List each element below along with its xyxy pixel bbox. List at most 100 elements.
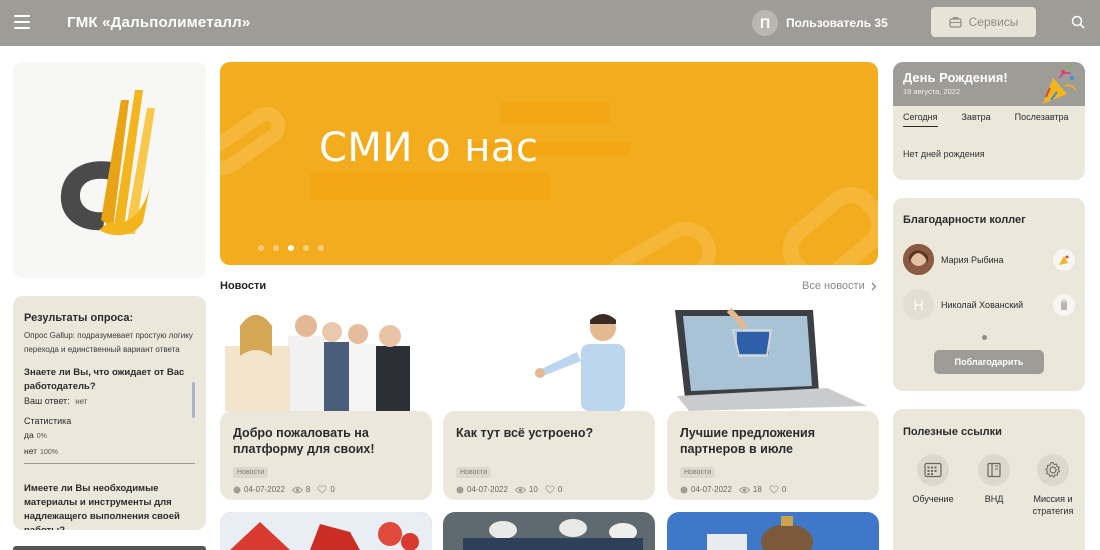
banner-decor [220, 99, 293, 183]
carousel-dot[interactable] [303, 245, 309, 251]
next-card-edge [13, 546, 206, 550]
banner-decor [500, 102, 610, 124]
birthday-card: День Рождения! 19 августа, 2022 Сегодня … [893, 62, 1085, 180]
party-popper-icon [1043, 66, 1076, 104]
news-photo-flags[interactable] [220, 512, 432, 550]
thanks-carousel-dot[interactable] [982, 335, 987, 340]
menu-icon[interactable] [14, 15, 30, 29]
your-answer: Ваш ответ: нет [24, 394, 195, 409]
link-vnd[interactable]: ВНД [964, 454, 1024, 505]
chevron-right-icon [871, 282, 877, 290]
heart-icon[interactable] [769, 485, 779, 494]
link-label: Миссия и стратегия [1032, 494, 1074, 516]
avatar [903, 244, 934, 275]
thanks-person-name: Николай Хованский [941, 299, 1024, 310]
media-banner[interactable]: СМИ о нас [220, 62, 878, 265]
useful-links-title: Полезные ссылки [903, 426, 1002, 438]
survey-question: Знаете ли Вы, что ожидает от Вас работод… [24, 367, 185, 392]
statistics-label: Статистика [24, 416, 72, 426]
user-menu[interactable]: П Пользователь 35 [752, 10, 888, 36]
news-title[interactable]: Лучшие предложения партнеров в июле [680, 425, 866, 461]
user-avatar: П [752, 10, 778, 36]
news-photo-worker[interactable] [667, 512, 879, 550]
news-date: 04-07-2022 [467, 485, 508, 494]
company-logo-card [13, 62, 206, 278]
carousel-dot[interactable] [318, 245, 324, 251]
news-heading: Новости [220, 280, 267, 292]
banner-title: СМИ о нас [319, 125, 539, 171]
thanks-row[interactable]: Н Николай Хованский [903, 289, 1075, 320]
banner-decor [310, 172, 550, 200]
tab-today[interactable]: Сегодня [903, 112, 938, 127]
news-tag[interactable]: Новости [680, 467, 716, 478]
news-likes: 0 [781, 485, 787, 494]
news-title[interactable]: Добро пожаловать на платформу для своих! [233, 425, 419, 461]
services-label: Сервисы [968, 15, 1019, 29]
stat-row-no: нет 100% [24, 446, 58, 456]
colleague-thanks-card: Благодарности коллег Мария Рыбина Н Нико… [893, 198, 1085, 391]
news-card[interactable]: Как тут всё устроено? Новости 04-07-2022… [443, 306, 655, 500]
link-mission[interactable]: Миссия и стратегия [1023, 454, 1083, 517]
all-news-link[interactable]: Все новости [802, 280, 877, 292]
thanks-person-name: Мария Рыбина [941, 254, 1004, 265]
carousel-dot-active[interactable] [288, 245, 294, 251]
avatar: Н [903, 289, 934, 320]
services-button[interactable]: Сервисы [931, 7, 1036, 37]
eye-icon [291, 486, 303, 493]
news-title[interactable]: Как тут всё устроено? [456, 425, 642, 461]
news-photo-presenter [443, 306, 655, 411]
news-date: 04-07-2022 [244, 485, 285, 494]
news-card-body: Лучшие предложения партнеров в июле Ново… [667, 411, 879, 500]
news-tag[interactable]: Новости [233, 467, 269, 478]
your-answer-value: нет [75, 397, 88, 406]
eye-icon [514, 486, 526, 493]
link-label: Обучение [912, 494, 954, 504]
eye-icon [738, 486, 750, 493]
link-training[interactable]: Обучение [903, 454, 963, 505]
tab-tomorrow[interactable]: Завтра [962, 112, 991, 127]
news-date: 04-07-2022 [691, 485, 732, 494]
news-photo-miners[interactable] [443, 512, 655, 550]
news-meta: 04-07-2022 8 0 [233, 485, 419, 494]
survey-results-card: Результаты опроса: Опрос Gallup: подразу… [13, 296, 206, 530]
survey-scrollbar[interactable] [192, 382, 195, 418]
news-card[interactable]: Лучшие предложения партнеров в июле Ново… [667, 306, 879, 500]
survey-question-2: Имеете ли Вы необходимые материалы и инс… [24, 483, 180, 530]
survey-title: Результаты опроса: [24, 312, 134, 324]
carousel-dot[interactable] [258, 245, 264, 251]
stat-row-yes: да 0% [24, 430, 47, 440]
link-label: ВНД [984, 494, 1004, 504]
banner-decor [593, 211, 727, 265]
carousel-dot[interactable] [273, 245, 279, 251]
carousel-dots [258, 245, 333, 251]
news-meta: 04-07-2022 10 0 [456, 485, 642, 494]
news-likes: 0 [557, 485, 563, 494]
stat-bar [24, 463, 195, 464]
thanks-row[interactable]: Мария Рыбина [903, 244, 1075, 275]
banner-decor [770, 174, 878, 265]
news-views: 8 [305, 485, 311, 494]
company-logo [60, 90, 155, 236]
news-tag[interactable]: Новости [456, 467, 492, 478]
award-icon [1053, 248, 1075, 271]
heart-icon[interactable] [317, 485, 328, 494]
briefcase-icon [949, 17, 962, 28]
tab-day-after-tomorrow[interactable]: Послезавтра [1015, 112, 1069, 127]
heart-icon[interactable] [545, 485, 555, 494]
news-likes: 0 [330, 485, 335, 494]
gear-icon [1045, 461, 1061, 478]
news-card-body: Как тут всё устроено? Новости 04-07-2022… [443, 411, 655, 500]
top-header: ГМК «Дальполиметалл» П Пользователь 35 С… [0, 0, 1100, 46]
birthday-header: День Рождения! 19 августа, 2022 [893, 62, 1085, 106]
survey-description: Опрос Gallup: подразумевает простую логи… [24, 331, 193, 354]
useful-links-card: Полезные ссылки Обучение ВНД Миссия и ст… [893, 409, 1085, 550]
news-card[interactable]: Добро пожаловать на платформу для своих!… [220, 306, 432, 500]
user-name: Пользователь 35 [786, 16, 888, 30]
search-icon[interactable] [1071, 15, 1085, 29]
news-views: 10 [528, 485, 538, 494]
birthday-empty-message: Нет дней рождения [903, 149, 985, 159]
clock-icon [456, 486, 464, 493]
thank-button[interactable]: Поблагодарить [934, 350, 1044, 374]
news-card-body: Добро пожаловать на платформу для своих!… [220, 411, 432, 500]
brand-title[interactable]: ГМК «Дальполиметалл» [67, 14, 250, 31]
